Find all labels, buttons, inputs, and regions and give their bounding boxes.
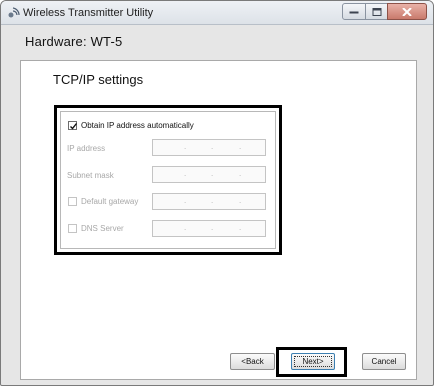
ip-address-label: IP address <box>67 144 106 153</box>
back-button[interactable]: <Back <box>230 353 275 370</box>
default-gateway-checkbox[interactable] <box>68 197 77 206</box>
maximize-icon <box>372 7 381 16</box>
minimize-icon <box>349 11 359 13</box>
ip-address-field[interactable]: . . . <box>152 139 266 156</box>
section-title: TCP/IP settings <box>53 72 144 87</box>
minimize-button[interactable] <box>342 3 366 20</box>
default-gateway-field[interactable]: . . . <box>152 193 266 210</box>
default-gateway-label: Default gateway <box>81 197 139 206</box>
subnet-mask-field[interactable]: . . . <box>152 166 266 183</box>
wireless-transmitter-icon <box>8 7 20 18</box>
app-window: Wireless Transmitter Utility Hardware: W… <box>0 0 434 386</box>
window-controls <box>342 3 427 20</box>
dns-server-label: DNS Server <box>81 224 124 233</box>
dns-server-field[interactable]: . . . <box>152 220 266 237</box>
obtain-ip-auto-checkbox[interactable] <box>68 121 78 130</box>
next-button-highlight: Next> <box>276 347 347 377</box>
focus-ring <box>294 356 332 367</box>
obtain-ip-auto-label: Obtain IP address automatically <box>81 121 194 130</box>
settings-group-frame: Obtain IP address automatically IP addre… <box>60 111 276 249</box>
settings-panel: TCP/IP settings Obtain IP address automa… <box>20 60 417 380</box>
subnet-mask-label: Subnet mask <box>67 171 114 180</box>
close-button[interactable] <box>387 3 427 20</box>
tcpip-settings-group: Obtain IP address automatically IP addre… <box>54 105 282 255</box>
checkmark-icon <box>70 123 78 130</box>
maximize-button[interactable] <box>365 3 388 20</box>
dns-server-checkbox[interactable] <box>68 224 77 233</box>
window-title: Wireless Transmitter Utility <box>23 7 154 19</box>
hardware-label: Hardware: WT-5 <box>25 34 123 49</box>
cancel-button[interactable]: Cancel <box>362 353 406 370</box>
title-bar[interactable]: Wireless Transmitter Utility <box>1 1 433 25</box>
next-button[interactable]: Next> <box>291 353 335 370</box>
close-icon <box>402 7 412 16</box>
